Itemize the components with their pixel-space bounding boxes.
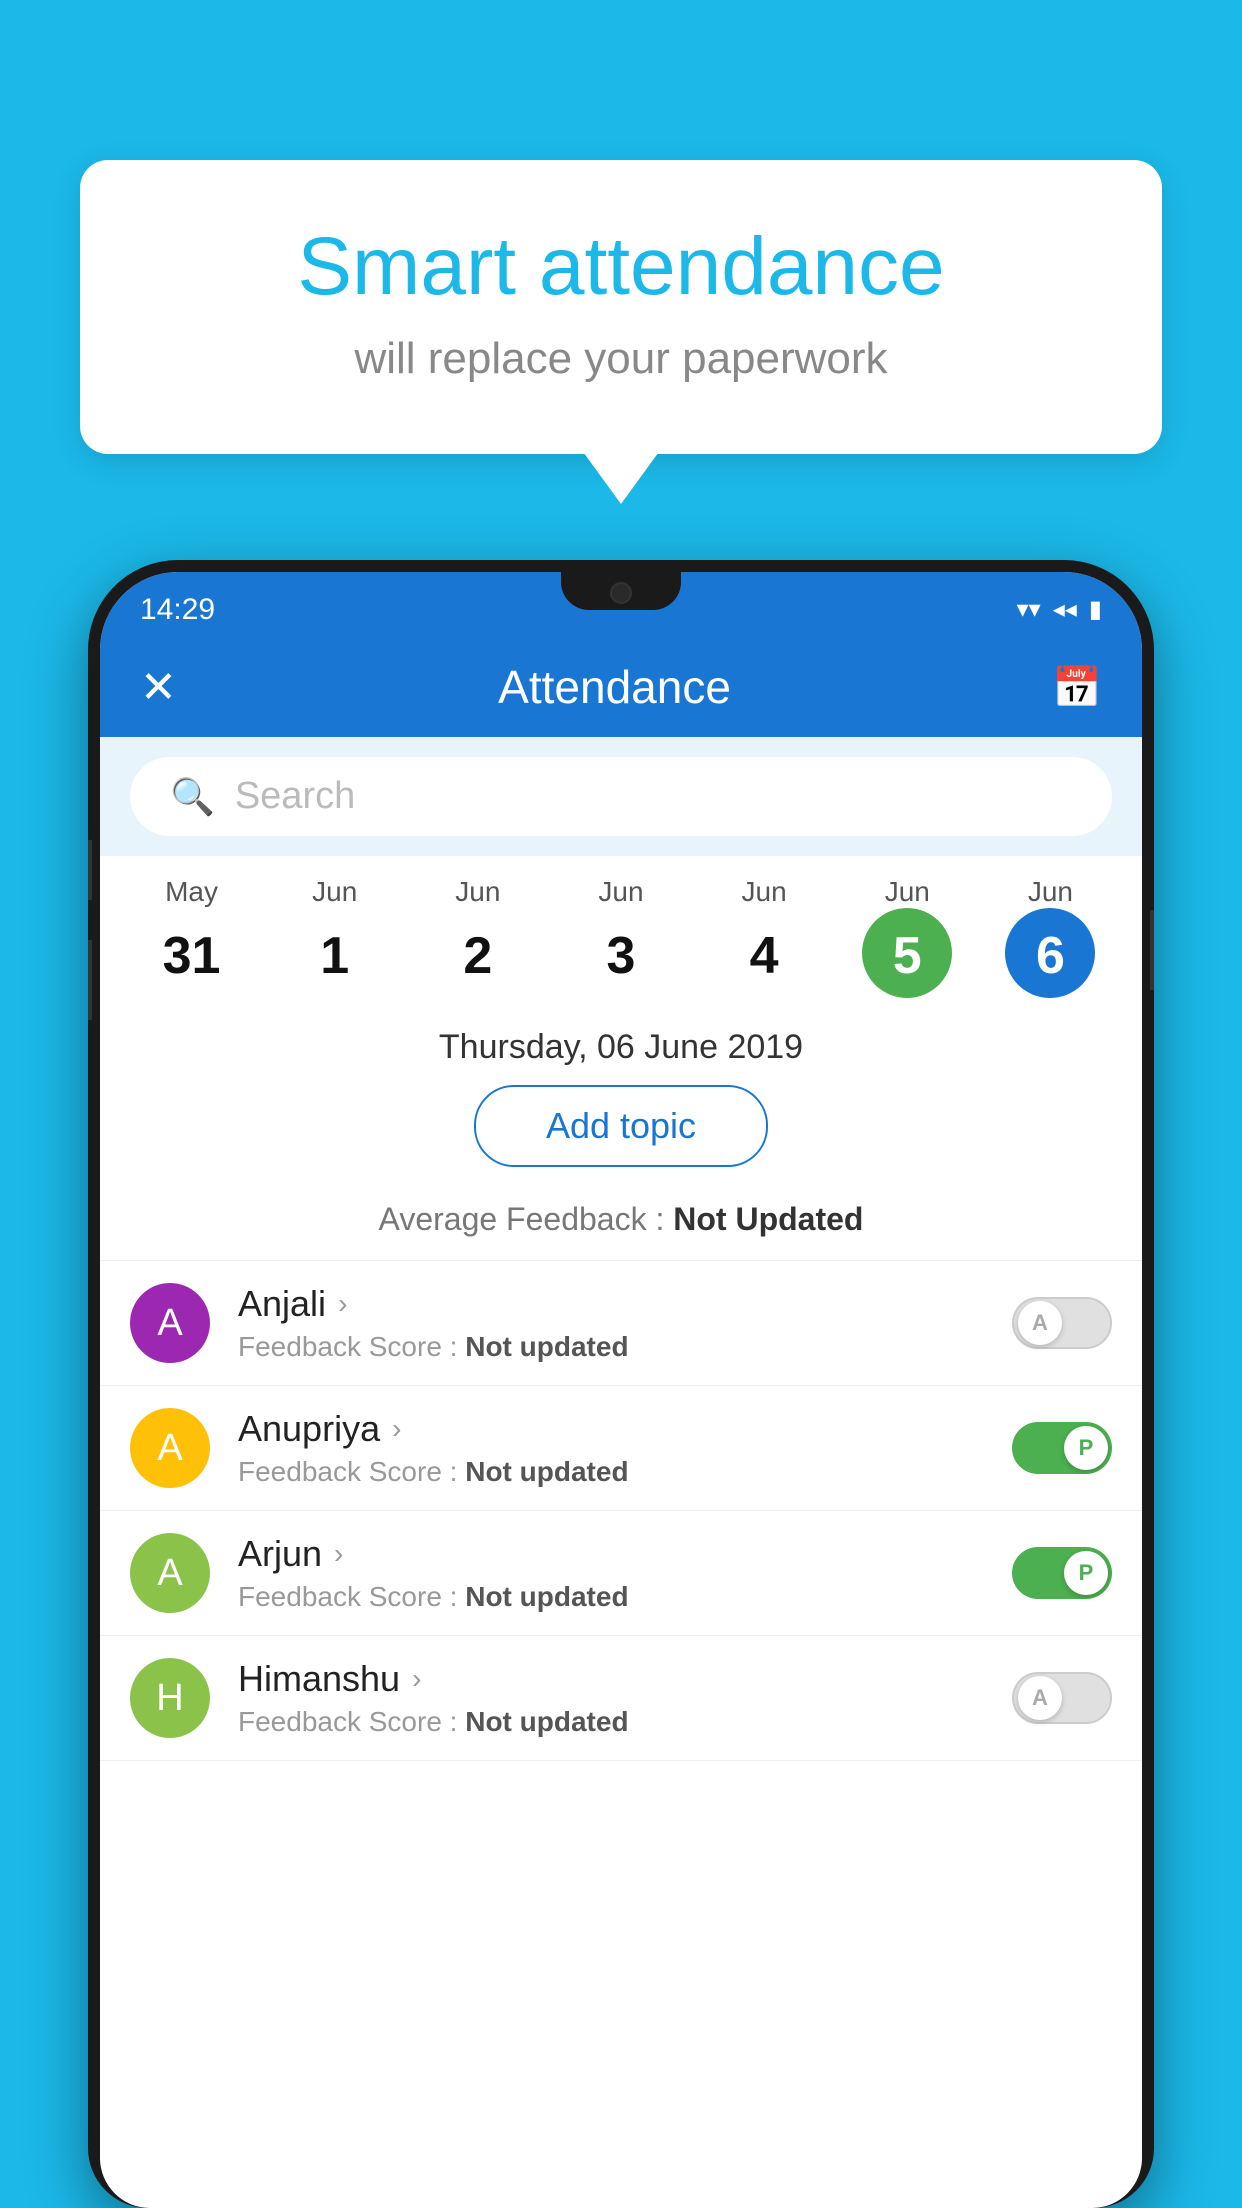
student-name: Himanshu › bbox=[238, 1658, 1012, 1700]
search-container: 🔍 Search bbox=[100, 737, 1142, 856]
student-name: Arjun › bbox=[238, 1533, 1012, 1575]
feedback-score: Feedback Score : Not updated bbox=[238, 1456, 1012, 1488]
date-item-4[interactable]: Jun 4 bbox=[699, 876, 829, 998]
date-number: 31 bbox=[163, 926, 221, 986]
app-title: Attendance bbox=[498, 660, 731, 714]
chevron-right-icon: › bbox=[412, 1663, 421, 1695]
student-name: Anjali › bbox=[238, 1283, 1012, 1325]
attendance-toggle[interactable]: A bbox=[1012, 1297, 1112, 1349]
date-number: 3 bbox=[607, 926, 636, 986]
date-strip: May 31 Jun 1 Jun 2 Jun 3 Jun 4 Jun 5 Jun 6 bbox=[100, 856, 1142, 998]
date-item-3[interactable]: Jun 3 bbox=[556, 876, 686, 998]
feedback-score: Feedback Score : Not updated bbox=[238, 1706, 1012, 1738]
student-avatar: H bbox=[130, 1658, 210, 1738]
date-month: Jun bbox=[742, 876, 787, 908]
date-item-2[interactable]: Jun 2 bbox=[413, 876, 543, 998]
date-number: 2 bbox=[463, 926, 492, 986]
date-month: Jun bbox=[885, 876, 930, 908]
chevron-right-icon: › bbox=[334, 1538, 343, 1570]
student-item[interactable]: H Himanshu › Feedback Score : Not updatedA bbox=[100, 1636, 1142, 1761]
speech-bubble: Smart attendance will replace your paper… bbox=[80, 160, 1162, 454]
notch bbox=[561, 572, 681, 610]
student-item[interactable]: A Arjun › Feedback Score : Not updatedP bbox=[100, 1511, 1142, 1636]
student-info: Anjali › Feedback Score : Not updated bbox=[238, 1283, 1012, 1363]
date-item-31[interactable]: May 31 bbox=[127, 876, 257, 998]
student-avatar: A bbox=[130, 1533, 210, 1613]
bubble-title: Smart attendance bbox=[160, 220, 1082, 314]
date-item-6[interactable]: Jun 6 bbox=[985, 876, 1115, 998]
close-button[interactable]: ✕ bbox=[140, 662, 177, 713]
student-item[interactable]: AAnjali ›Feedback Score : Not updatedA bbox=[100, 1261, 1142, 1386]
power-button bbox=[1150, 910, 1154, 990]
status-time: 14:29 bbox=[140, 593, 215, 627]
app-header: ✕ Attendance 📅 bbox=[100, 637, 1142, 737]
feedback-score: Feedback Score : Not updated bbox=[238, 1331, 1012, 1363]
volume-down-button bbox=[88, 940, 92, 1020]
phone-screen: 14:29 ▾▾ ◂◂ ▮ ✕ Attendance 📅 🔍 Search Ma… bbox=[100, 572, 1142, 2208]
date-number: 1 bbox=[320, 926, 349, 986]
attendance-toggle[interactable]: P bbox=[1012, 1547, 1112, 1599]
student-list: AAnjali ›Feedback Score : Not updatedAAA… bbox=[100, 1261, 1142, 1761]
attendance-toggle[interactable]: A bbox=[1012, 1672, 1112, 1724]
student-item[interactable]: A Anupriya › Feedback Score : Not updatedP bbox=[100, 1386, 1142, 1511]
date-number: 4 bbox=[750, 926, 779, 986]
student-info: Arjun › Feedback Score : Not updated bbox=[238, 1533, 1012, 1613]
date-number: 5 bbox=[893, 926, 922, 986]
volume-up-button bbox=[88, 840, 92, 900]
student-avatar: A bbox=[130, 1408, 210, 1488]
student-avatar: A bbox=[130, 1283, 210, 1363]
chevron-right-icon: › bbox=[392, 1413, 401, 1445]
status-icons: ▾▾ ◂◂ ▮ bbox=[1017, 595, 1102, 624]
avg-feedback: Average Feedback : Not Updated bbox=[100, 1189, 1142, 1261]
date-month: Jun bbox=[598, 876, 643, 908]
search-input[interactable]: Search bbox=[235, 775, 355, 818]
wifi-icon: ▾▾ bbox=[1017, 595, 1041, 624]
bubble-subtitle: will replace your paperwork bbox=[160, 334, 1082, 384]
battery-icon: ▮ bbox=[1089, 595, 1102, 624]
add-topic-container: Add topic bbox=[100, 1085, 1142, 1189]
date-item-5[interactable]: Jun 5 bbox=[842, 876, 972, 998]
date-month: Jun bbox=[312, 876, 357, 908]
chevron-right-icon: › bbox=[338, 1288, 347, 1320]
date-month: Jun bbox=[1028, 876, 1073, 908]
front-camera bbox=[610, 582, 632, 604]
student-info: Anupriya › Feedback Score : Not updated bbox=[238, 1408, 1012, 1488]
selected-date-label: Thursday, 06 June 2019 bbox=[100, 998, 1142, 1085]
student-info: Himanshu › Feedback Score : Not updated bbox=[238, 1658, 1012, 1738]
calendar-icon[interactable]: 📅 bbox=[1052, 664, 1102, 711]
avg-feedback-label: Average Feedback : bbox=[379, 1201, 674, 1237]
feedback-score: Feedback Score : Not updated bbox=[238, 1581, 1012, 1613]
search-icon: 🔍 bbox=[170, 776, 215, 818]
student-name: Anupriya › bbox=[238, 1408, 1012, 1450]
search-bar[interactable]: 🔍 Search bbox=[130, 757, 1112, 836]
date-month: Jun bbox=[455, 876, 500, 908]
date-number: 6 bbox=[1036, 926, 1065, 986]
phone-frame: 14:29 ▾▾ ◂◂ ▮ ✕ Attendance 📅 🔍 Search Ma… bbox=[88, 560, 1154, 2208]
date-item-1[interactable]: Jun 1 bbox=[270, 876, 400, 998]
add-topic-button[interactable]: Add topic bbox=[474, 1085, 768, 1167]
signal-icon: ◂◂ bbox=[1053, 595, 1077, 624]
date-month: May bbox=[165, 876, 218, 908]
avg-feedback-value: Not Updated bbox=[673, 1201, 863, 1237]
attendance-toggle[interactable]: P bbox=[1012, 1422, 1112, 1474]
